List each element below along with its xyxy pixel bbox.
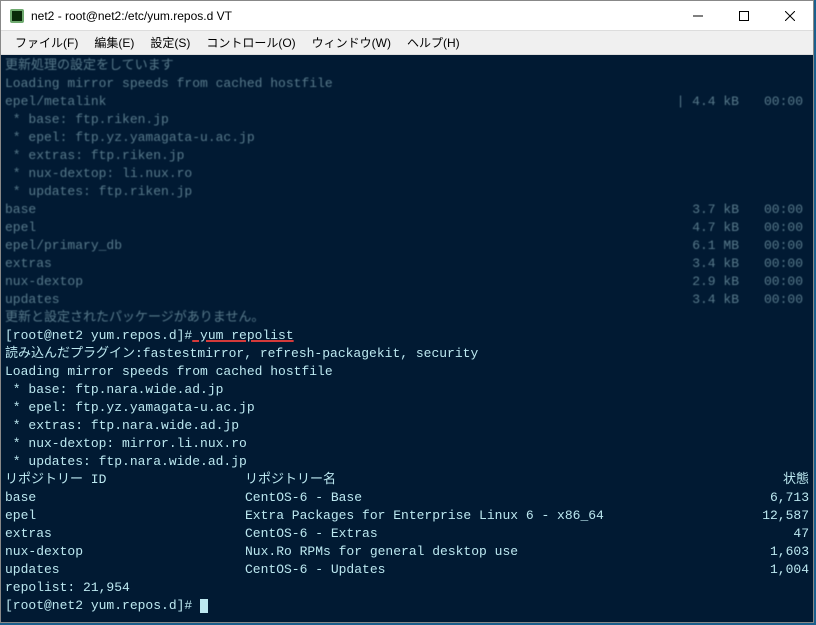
header-repo-status: 状態 [709,471,809,489]
size-value: 3.4 kB [669,255,739,273]
repo-status: 6,713 [709,489,809,507]
output-line: * extras: ftp.riken.jp [5,147,809,165]
menu-edit[interactable]: 編集(E) [86,34,142,51]
command-text: yum repolist [192,328,293,343]
repo-name: base [5,201,669,219]
size-value: 3.7 kB [669,201,739,219]
repo-status: 12,587 [709,507,809,525]
header-repo-name: リポジトリー名 [245,471,709,489]
repo-id: epel [5,507,245,525]
output-line: * updates: ftp.riken.jp [5,183,809,201]
maximize-button[interactable] [721,1,767,31]
output-line: 読み込んだプラグイン:fastestmirror, refresh-packag… [5,345,809,363]
app-icon [9,8,25,24]
previous-output: 更新処理の設定をしています Loading mirror speeds from… [5,57,809,327]
header-repo-id: リポジトリー ID [5,471,245,489]
repo-name: epel/primary_db [5,237,669,255]
menu-control[interactable]: コントロール(O) [198,34,303,51]
table-row: extrasCentOS-6 - Extras47 [5,525,809,543]
repo-name: CentOS-6 - Base [245,489,709,507]
close-button[interactable] [767,1,813,31]
output-line: epel/metalink [5,93,669,111]
menu-file[interactable]: ファイル(F) [7,34,86,51]
repo-status: 47 [709,525,809,543]
output-line: 更新処理の設定をしています [5,57,809,75]
repo-name: Extra Packages for Enterprise Linux 6 - … [245,507,709,525]
titlebar[interactable]: net2 - root@net2:/etc/yum.repos.d VT [1,1,813,31]
repo-name: Nux.Ro RPMs for general desktop use [245,543,709,561]
size-value: 3.4 kB [669,291,739,309]
menubar: ファイル(F) 編集(E) 設定(S) コントロール(O) ウィンドウ(W) ヘ… [1,31,813,55]
menu-settings[interactable]: 設定(S) [142,34,198,51]
output-line: * extras: ftp.nara.wide.ad.jp [5,417,809,435]
window-title: net2 - root@net2:/etc/yum.repos.d VT [31,9,675,23]
repo-name: CentOS-6 - Extras [245,525,709,543]
time-value: 00:00 [739,291,809,309]
repo-name: CentOS-6 - Updates [245,561,709,579]
output-line: * base: ftp.riken.jp [5,111,809,129]
output-line: * updates: ftp.nara.wide.ad.jp [5,453,809,471]
time-value: 00:00 [739,237,809,255]
output-line: * epel: ftp.yz.yamagata-u.ac.jp [5,399,809,417]
size-value: | 4.4 kB [669,93,739,111]
prompt-line: [root@net2 yum.repos.d]# [5,597,809,615]
table-row: updatesCentOS-6 - Updates1,004 [5,561,809,579]
time-value: 00:00 [739,255,809,273]
minimize-button[interactable] [675,1,721,31]
size-value: 6.1 MB [669,237,739,255]
size-value: 4.7 kB [669,219,739,237]
repo-id: extras [5,525,245,543]
table-row: baseCentOS-6 - Base6,713 [5,489,809,507]
repo-id: base [5,489,245,507]
terminal-window: net2 - root@net2:/etc/yum.repos.d VT ファイ… [0,0,814,623]
shell-prompt: [root@net2 yum.repos.d]# [5,598,200,613]
output-line: 更新と設定されたパッケージがありません。 [5,309,809,327]
time-value: 00:00 [739,219,809,237]
time-value: 00:00 [739,201,809,219]
output-line: * nux-dextop: li.nux.ro [5,165,809,183]
repo-status: 1,004 [709,561,809,579]
table-row: epelExtra Packages for Enterprise Linux … [5,507,809,525]
repo-id: updates [5,561,245,579]
repo-name: nux-dextop [5,273,669,291]
output-line: * epel: ftp.yz.yamagata-u.ac.jp [5,129,809,147]
repo-name: updates [5,291,669,309]
menu-help[interactable]: ヘルプ(H) [399,34,468,51]
terminal-content[interactable]: 更新処理の設定をしています Loading mirror speeds from… [1,55,813,622]
output-line: Loading mirror speeds from cached hostfi… [5,363,809,381]
menu-window[interactable]: ウィンドウ(W) [304,34,399,51]
repo-name: extras [5,255,669,273]
repo-name: epel [5,219,669,237]
time-value: 00:00 [739,273,809,291]
repo-id: nux-dextop [5,543,245,561]
shell-prompt: [root@net2 yum.repos.d]# [5,328,192,343]
output-line: * base: ftp.nara.wide.ad.jp [5,381,809,399]
output-line: * nux-dextop: mirror.li.nux.ro [5,435,809,453]
size-value: 2.9 kB [669,273,739,291]
prompt-line: [root@net2 yum.repos.d]# yum repolist [5,327,809,345]
repolist-total: repolist: 21,954 [5,579,809,597]
time-value: 00:00 [739,93,809,111]
output-line: Loading mirror speeds from cached hostfi… [5,75,809,93]
repo-status: 1,603 [709,543,809,561]
table-row: nux-dextopNux.Ro RPMs for general deskto… [5,543,809,561]
window-controls [675,1,813,31]
cursor-icon [200,599,208,613]
repo-header: リポジトリー ID リポジトリー名 状態 [5,471,809,489]
